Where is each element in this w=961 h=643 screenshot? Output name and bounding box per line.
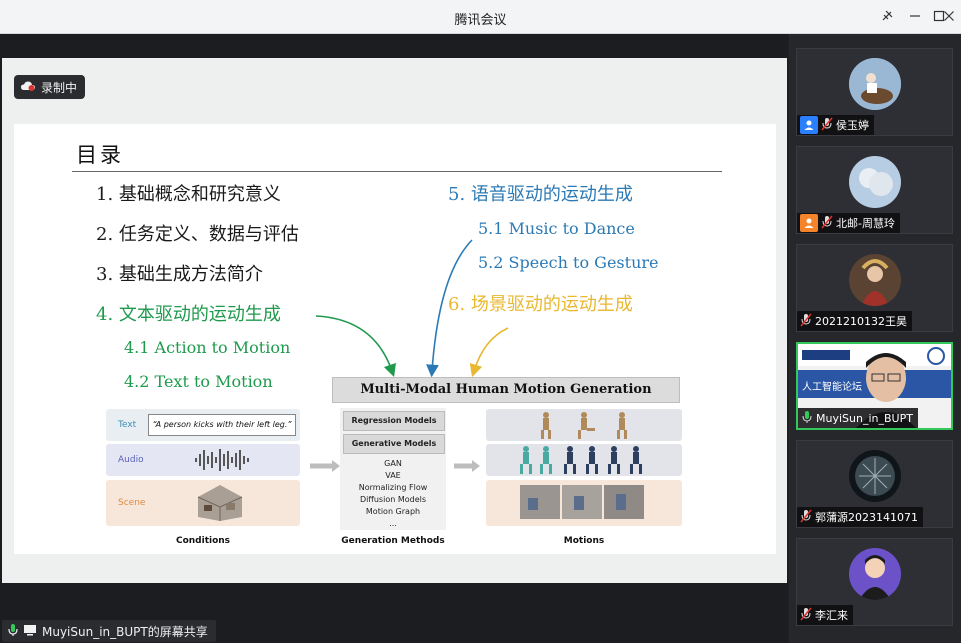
- motion-figures-brown: [541, 412, 627, 439]
- method-item: VAE: [385, 471, 401, 480]
- pin-icon[interactable]: [876, 6, 898, 26]
- title-bar: 腾讯会议: [0, 0, 961, 34]
- generative-models-label: Generative Models: [343, 434, 445, 454]
- waveform-icon: [195, 449, 249, 471]
- mic-active-icon: [801, 410, 813, 427]
- motion-figures-dance: [520, 446, 642, 474]
- participant-tile-speaking[interactable]: 人工智能论坛 MuyiSun_in_BUPT: [796, 342, 953, 430]
- participant-name: 李汇来: [815, 609, 848, 622]
- mic-muted-icon: [821, 117, 833, 134]
- recording-label: 录制中: [41, 80, 78, 95]
- conditions-caption: Conditions: [175, 536, 231, 546]
- mic-muted-icon: [800, 607, 812, 624]
- record-cloud-icon: [20, 80, 36, 95]
- figure-title: Multi-Modal Human Motion Generation: [332, 377, 680, 403]
- screen-share-label[interactable]: MuyiSun_in_BUPT的屏幕共享: [2, 620, 216, 642]
- motions-caption: Motions: [563, 536, 605, 546]
- blue-arrow: [426, 239, 473, 378]
- motion-row-audio: [486, 444, 682, 476]
- cohost-icon: [800, 214, 818, 232]
- motion-row-scene: [486, 480, 682, 526]
- scene-condition-label: Scene: [118, 498, 146, 508]
- method-item: Diffusion Models: [359, 495, 427, 504]
- method-item: Normalizing Flow: [358, 483, 428, 492]
- motion-scene-images: [520, 485, 644, 519]
- text-condition-label: Text: [118, 420, 137, 430]
- scene-condition: Scene: [106, 480, 300, 526]
- participant-tile[interactable]: 北邮-周慧玲: [796, 146, 953, 234]
- minimize-icon[interactable]: [904, 6, 926, 26]
- regression-models-label: Regression Models: [343, 411, 445, 431]
- room-scene-image: [197, 485, 243, 521]
- mic-muted-icon: [821, 215, 833, 232]
- method-item: ...: [389, 519, 397, 528]
- participant-tile[interactable]: 李汇来: [796, 538, 953, 626]
- yellow-arrow: [469, 327, 509, 378]
- participant-namebar: MuyiSun_in_BUPT: [798, 408, 918, 428]
- host-icon: [800, 116, 818, 134]
- green-arrow: [315, 315, 396, 378]
- text-prompt: “A person kicks with their left leg.”: [148, 414, 296, 436]
- participant-avatar: [849, 254, 901, 306]
- method-item: Motion Graph: [365, 507, 421, 516]
- participant-tile[interactable]: 2021210132王昊: [796, 244, 953, 332]
- participant-name: 2021210132王昊: [815, 315, 907, 328]
- generative-methods-list: GAN VAE Normalizing Flow Diffusion Model…: [343, 458, 443, 530]
- participant-tile[interactable]: 侯玉婷: [796, 48, 953, 136]
- participant-namebar: 北邮-周慧玲: [797, 213, 900, 233]
- participant-namebar: 侯玉婷: [797, 115, 874, 135]
- participant-namebar: 李汇来: [797, 605, 853, 625]
- shared-slide: 目录 1. 基础概念和研究意义 2. 任务定义、数据与评估 3. 基础生成方法简…: [14, 124, 776, 554]
- window-title: 腾讯会议: [454, 13, 507, 28]
- audio-condition-label: Audio: [118, 455, 144, 465]
- participant-avatar: [849, 58, 901, 110]
- motion-row-text: [486, 409, 682, 441]
- screen-share-text: MuyiSun_in_BUPT的屏幕共享: [42, 624, 208, 639]
- methods-caption: Generation Methods: [341, 536, 445, 546]
- video-banner-text: 人工智能论坛: [802, 382, 862, 393]
- close-icon[interactable]: [937, 6, 961, 26]
- participant-tile[interactable]: 郭蒲源2023141071: [796, 440, 953, 528]
- participant-panel: 侯玉婷 北邮-周慧玲 2021210132王昊 人工智能论坛 MuyiSun_i…: [789, 34, 961, 643]
- participant-avatar: [849, 548, 901, 600]
- text-condition: Text “A person kicks with their left leg…: [106, 409, 300, 441]
- screen-share-icon: [23, 624, 37, 639]
- recording-badge[interactable]: 录制中: [14, 75, 86, 99]
- audio-condition: Audio: [106, 444, 300, 476]
- participant-name: 北邮-周慧玲: [836, 217, 895, 230]
- participant-avatar: [849, 450, 901, 502]
- participant-name: MuyiSun_in_BUPT: [816, 411, 913, 425]
- mic-muted-icon: [800, 509, 812, 526]
- participant-namebar: 2021210132王昊: [797, 311, 912, 331]
- participant-namebar: 郭蒲源2023141071: [797, 507, 923, 527]
- method-item: GAN: [384, 459, 402, 468]
- mic-icon: [8, 623, 18, 640]
- mic-muted-icon: [800, 313, 812, 330]
- participant-avatar: [849, 156, 901, 208]
- participant-name: 侯玉婷: [836, 119, 869, 132]
- participant-name: 郭蒲源2023141071: [815, 511, 918, 524]
